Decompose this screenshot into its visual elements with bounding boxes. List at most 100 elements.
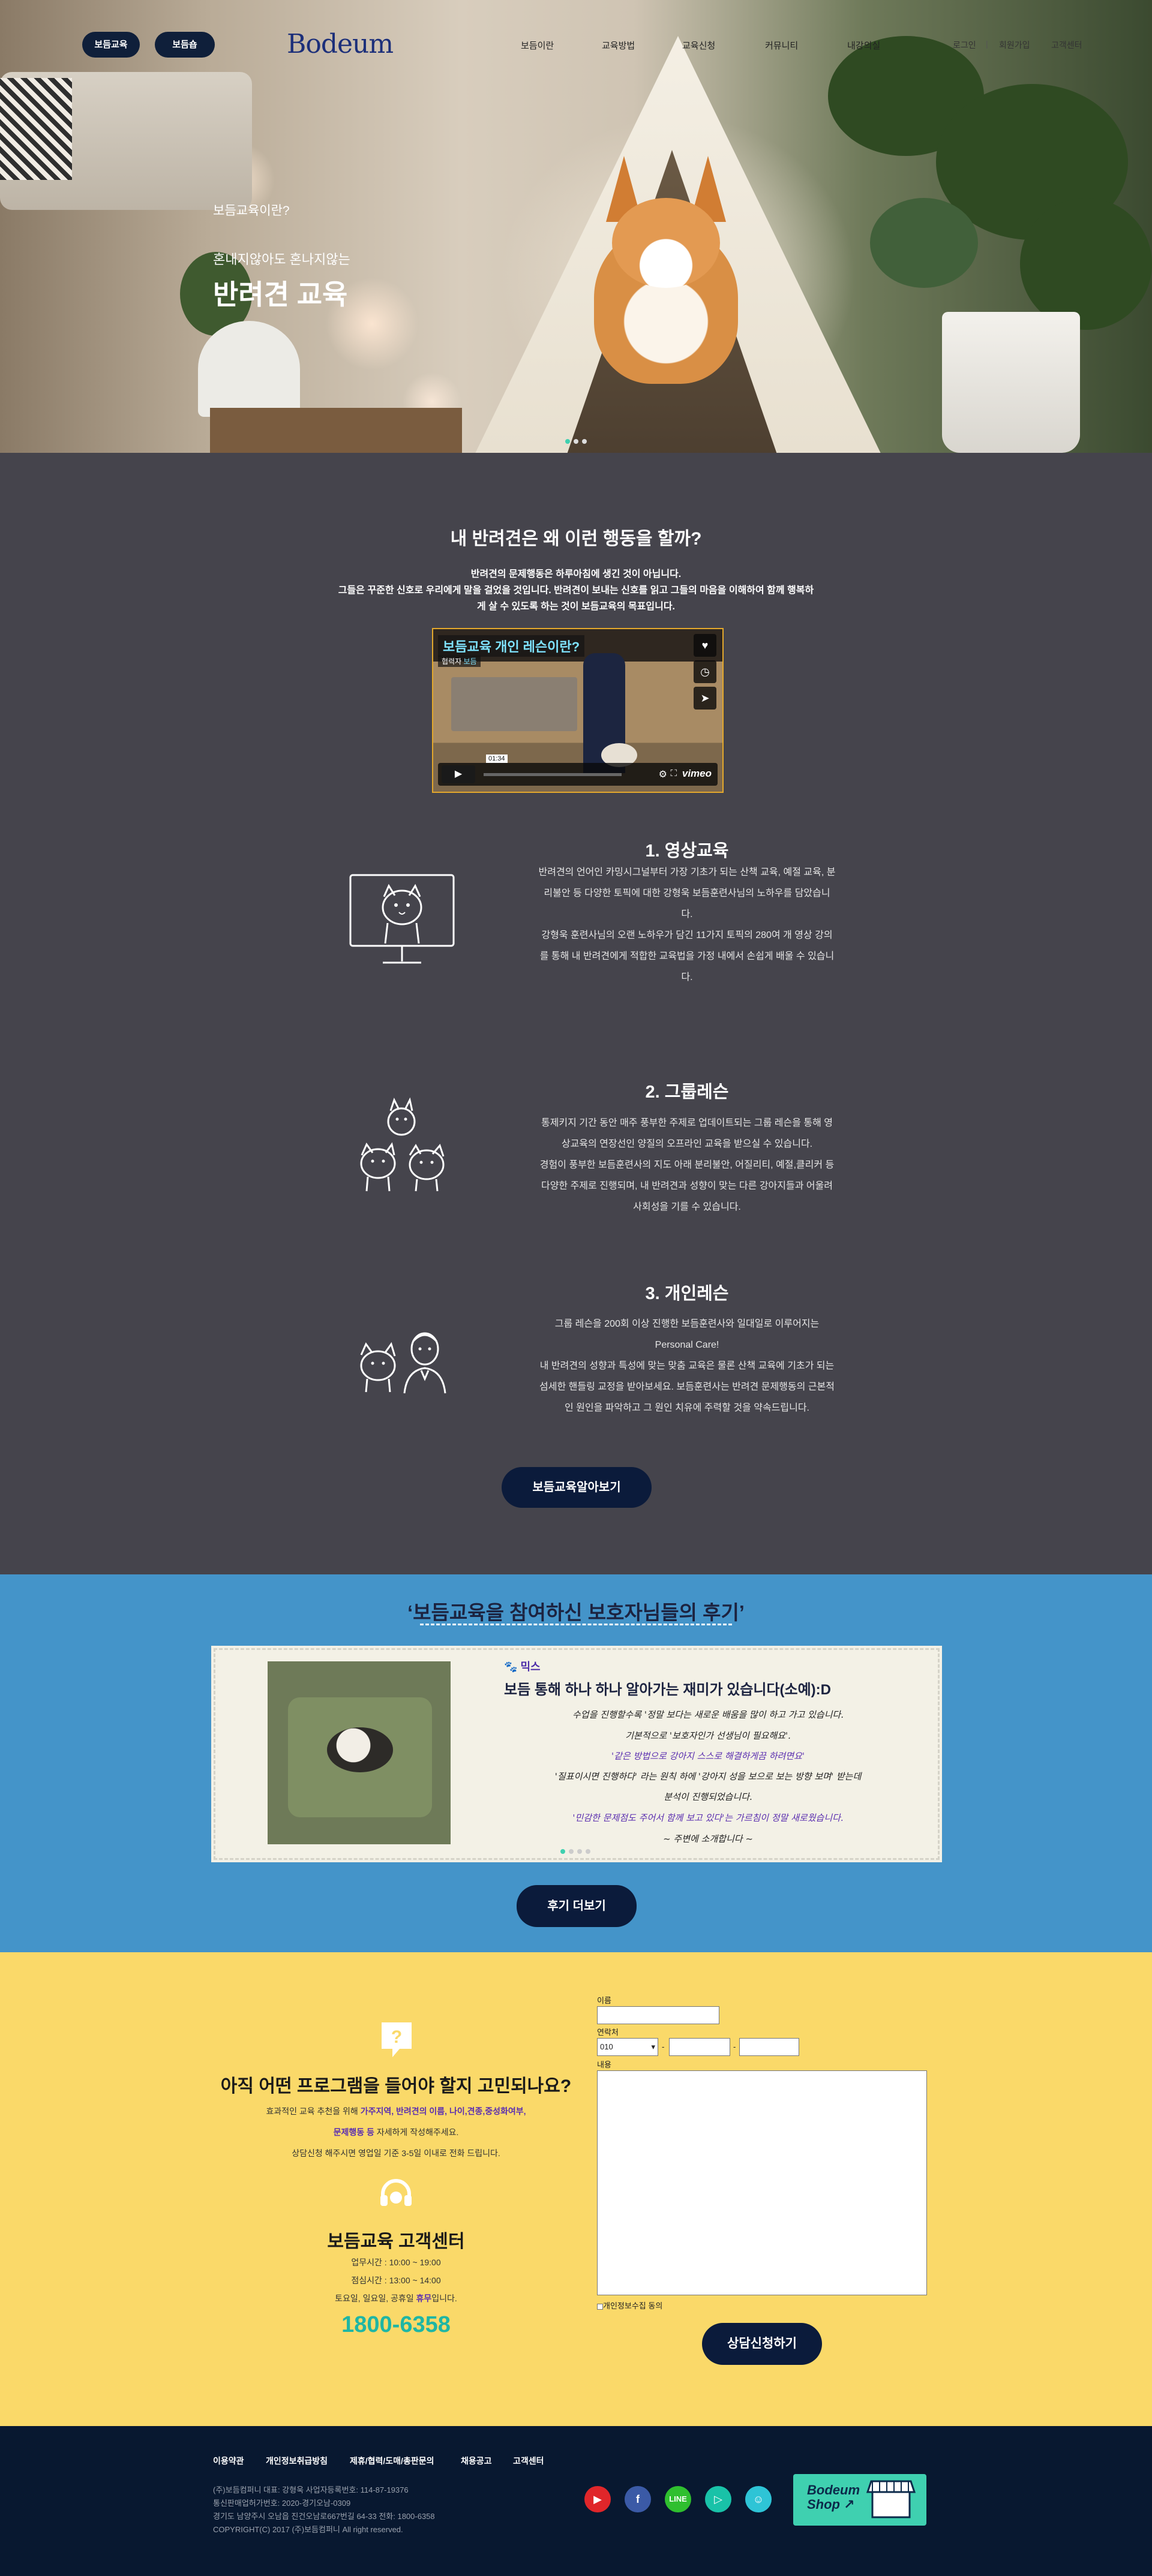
intro-line: 반려견의 문제행동은 하루아침에 생긴 것이 아닙니다. <box>470 569 682 579</box>
wooden-shelf-image <box>210 408 462 453</box>
review-text-line: 기본적으로 '보호자인가 선생님이 필요해요'. <box>625 1730 791 1741</box>
review-text-line: '질표이시면 진행하다' 라는 원칙 하에 '강아지 성을 보으로 보는 방향 … <box>554 1771 862 1782</box>
video-player[interactable]: 보듬교육 개인 레슨이란? 협력자 보듬 ♥ ◷ ➤ ▶ 01:34 ⚙ ⛶ v… <box>432 628 724 793</box>
util-separator: | <box>986 39 988 49</box>
program-desc: 통제키지 기간 동안 매주 풍부한 주제로 업데이트되는 그룹 레슨을 통해 영… <box>539 1118 835 1212</box>
menu-item-community[interactable]: 커뮤니티 <box>765 39 798 52</box>
program-desc: 반려견의 언어인 카밍시그널부터 가장 기초가 되는 산책 교육, 예절 교육,… <box>538 867 836 982</box>
dash-separator: - <box>733 2042 736 2051</box>
phone-middle-input[interactable] <box>669 2038 730 2056</box>
footer-link-careers[interactable]: 채용공고 <box>461 2455 492 2467</box>
video-progress[interactable] <box>484 773 622 776</box>
intro-line: 게 살 수 있도록 하는 것이 보듬교육의 목표입니다. <box>477 602 675 612</box>
slider-dot-active[interactable] <box>565 439 570 444</box>
menu-item-method[interactable]: 교육방법 <box>602 39 635 52</box>
review-text-line: 수업을 진행할수록 '정말 보다는 새로운 배움을 많이 하고 가고 있습니다. <box>572 1709 844 1720</box>
review-dot[interactable] <box>586 1849 590 1854</box>
play-icon[interactable]: ▶ <box>442 765 475 783</box>
content-label: 내용 <box>597 2060 611 2069</box>
pillow-image <box>0 78 72 180</box>
review-author: 🐾 믹스 <box>504 1661 541 1673</box>
intro-line: 그들은 꾸준한 신호로 우리에게 말을 걸었을 것입니다. 반려견이 보내는 신… <box>338 585 814 596</box>
dash-separator: - <box>662 2042 665 2051</box>
review-dot[interactable] <box>569 1849 574 1854</box>
reviews-title: ‘보듬교육을 참여하신 보호자님들의 후기’ <box>407 1601 745 1624</box>
apply-consult-button[interactable]: 상담신청하기 <box>702 2323 822 2365</box>
customer-center-title: 보듬교육 고객센터 <box>327 2232 465 2252</box>
plant-pot-image <box>198 321 300 417</box>
company-info: 통신판매업허가번호: 2020-경기오남-0309 <box>213 2499 351 2508</box>
corgi-face-image <box>612 198 720 288</box>
name-label: 이름 <box>597 1996 611 2005</box>
headset-icon <box>378 2177 414 2214</box>
agree-label: 개인정보수집 동의 <box>603 2301 663 2310</box>
nav-pill-edu[interactable]: 보듬교육 <box>82 32 140 58</box>
login-link[interactable]: 로그인 <box>953 39 976 51</box>
site-logo[interactable]: Bodeum <box>287 29 394 59</box>
stairs-prop <box>451 677 577 731</box>
help-link[interactable]: 고객센터 <box>1051 39 1082 51</box>
copyright: COPYRIGHT(C) 2017 (주)보듬컴퍼니 All right res… <box>213 2525 403 2534</box>
name-input[interactable] <box>597 2006 719 2024</box>
review-dot-active[interactable] <box>560 1849 565 1854</box>
trainer-dog-icon <box>353 1328 455 1397</box>
contact-label: 연락처 <box>597 2028 619 2037</box>
company-info: (주)보듬컴퍼니 대표: 강형욱 사업자등록번호: 114-87-19376 <box>213 2485 409 2494</box>
footer-link-privacy[interactable]: 개인정보취급방침 <box>266 2455 328 2467</box>
store-icon <box>866 2479 916 2520</box>
learn-more-button[interactable]: 보듬교육알아보기 <box>502 1467 652 1508</box>
youtube-icon[interactable]: ▶ <box>584 2486 611 2512</box>
program-title: 2. 그룹레슨 <box>645 1083 729 1102</box>
hero-banner <box>0 0 1152 453</box>
phone-prefix-select[interactable]: 010 ▾ <box>597 2038 658 2056</box>
footer <box>0 2426 1152 2576</box>
business-hours: 업무시간 : 10:00 ~ 19:00 <box>351 2258 441 2267</box>
menu-item-about[interactable]: 보듬이란 <box>521 39 554 52</box>
facebook-icon[interactable]: f <box>625 2486 651 2512</box>
video-controls: ▶ 01:34 ⚙ ⛶ vimeo <box>438 755 718 786</box>
heart-icon[interactable]: ♥ <box>694 634 716 657</box>
menu-item-apply[interactable]: 교육신청 <box>682 39 715 52</box>
fullscreen-icon[interactable]: ⛶ <box>670 768 677 778</box>
nav-pill-shop[interactable]: 보듬숍 <box>155 32 215 58</box>
send-icon[interactable]: ➤ <box>694 687 716 710</box>
consult-guide: 문제행동 등 자세하게 작성해주세요. <box>333 2127 459 2137</box>
video-time: 01:34 <box>486 755 508 763</box>
hero-question: 보듬교육이란? <box>213 204 290 218</box>
svg-text:?: ? <box>391 2027 402 2047</box>
consult-guide: 효과적인 교육 추천을 위해 가주지역, 반려견의 이름, 나이,견종,중성화여… <box>266 2106 526 2116</box>
footer-link-terms[interactable]: 이용약관 <box>213 2455 244 2467</box>
signup-link[interactable]: 회원가입 <box>999 39 1030 51</box>
review-text-line: '민감한 문제점도 주어서 함께 보고 있다'는 가르침이 정말 새로웠습니다. <box>572 1812 844 1823</box>
more-reviews-button[interactable]: 후기 더보기 <box>517 1885 637 1927</box>
slider-dot[interactable] <box>574 439 578 444</box>
question-icon: ? <box>379 2020 414 2063</box>
chat-icon[interactable]: ☺ <box>745 2486 772 2512</box>
footer-link-support[interactable]: 고객센터 <box>513 2455 544 2467</box>
review-headline: 보듬 통해 하나 하나 알아가는 재미가 있습니다(소예):D <box>504 1682 831 1698</box>
clock-icon[interactable]: ◷ <box>694 660 716 683</box>
play-icon[interactable]: ▷ <box>705 2486 731 2512</box>
program-desc: 그룹 레슨을 200회 이상 진행한 보듬훈련사와 일대일로 이루어지는 Pers… <box>539 1319 835 1413</box>
settings-icon[interactable]: ⚙ <box>659 768 667 780</box>
agree-checkbox-row: 개인정보수집 동의 <box>597 2300 662 2311</box>
line-icon[interactable]: LINE <box>665 2486 691 2512</box>
plant-pot-image <box>942 312 1080 453</box>
program-title: 1. 영상교육 <box>645 841 729 861</box>
phone-number[interactable]: 1800-6358 <box>213 2312 579 2338</box>
slider-dot[interactable] <box>582 439 587 444</box>
lunch-hours: 점심시간 : 13:00 ~ 14:00 <box>351 2276 441 2285</box>
phone-last-input[interactable] <box>739 2038 799 2056</box>
dog-face-icon: 🐾 <box>504 1661 518 1673</box>
consult-section <box>0 1952 1152 2426</box>
chevron-down-icon: ▾ <box>651 2042 655 2051</box>
menu-item-classroom[interactable]: 내강의실 <box>847 39 880 52</box>
content-textarea[interactable] <box>597 2070 927 2295</box>
footer-link-partnership[interactable]: 제휴/협력/도매/총판문의 <box>350 2455 434 2467</box>
vimeo-logo[interactable]: vimeo <box>682 768 712 780</box>
plant-leaf <box>1020 198 1152 330</box>
review-dot[interactable] <box>577 1849 582 1854</box>
shop-label[interactable]: Bodeum Shop ↗ <box>807 2483 860 2512</box>
agree-checkbox[interactable] <box>597 2303 603 2310</box>
review-text-line: 분석이 진행되었습니다. <box>664 1792 752 1802</box>
